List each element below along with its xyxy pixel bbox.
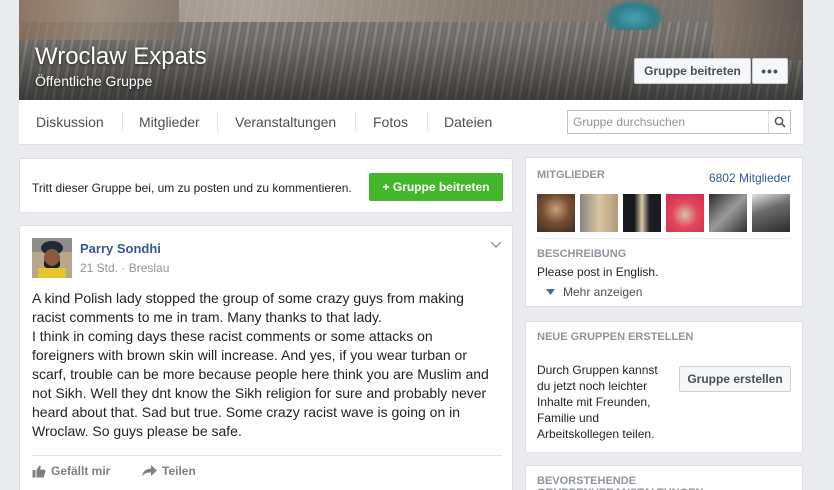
avatar[interactable] — [32, 238, 72, 278]
tab-divider — [355, 112, 356, 132]
tab-divider — [217, 112, 218, 132]
post-options[interactable] — [490, 238, 502, 252]
show-more-link[interactable]: Mehr anzeigen — [546, 285, 642, 299]
join-prompt-text: Tritt dieser Gruppe bei, um zu posten un… — [32, 181, 352, 195]
post-meta: 21 Std. · Breslau — [80, 261, 170, 275]
create-group-heading: NEUE GRUPPEN ERSTELLEN — [537, 331, 694, 343]
share-icon — [142, 465, 157, 477]
tab-events[interactable]: Veranstaltungen — [235, 100, 336, 144]
member-avatar[interactable] — [709, 194, 747, 232]
create-group-card: NEUE GRUPPEN ERSTELLEN Durch Gruppen kan… — [525, 321, 803, 453]
like-button[interactable]: Gefällt mir — [32, 464, 110, 478]
thumbs-up-icon — [32, 465, 46, 477]
member-avatar[interactable] — [623, 194, 661, 232]
member-avatar[interactable] — [537, 194, 575, 232]
members-heading[interactable]: MITGLIEDER — [537, 169, 605, 181]
show-more-label: Mehr anzeigen — [563, 285, 643, 299]
members-card: MITGLIEDER 6802 Mitglieder BESCHREIBUNG … — [525, 157, 803, 307]
search-button[interactable] — [768, 111, 790, 133]
events-card: BEVORSTEHENDE GRUPPENVERANSTALTUNGEN — [525, 465, 803, 490]
share-button[interactable]: Teilen — [142, 464, 196, 478]
post-body: A kind Polish lady stopped the group of … — [32, 290, 489, 439]
members-count[interactable]: 6802 Mitglieder — [709, 171, 791, 185]
more-options-button[interactable]: ••• — [752, 58, 788, 84]
share-label: Teilen — [162, 464, 196, 478]
cover-photo: Wroclaw Expats Öffentliche Gruppe Gruppe… — [19, 0, 803, 100]
tab-files[interactable]: Dateien — [444, 100, 492, 144]
group-visibility: Öffentliche Gruppe — [35, 73, 153, 89]
post-location[interactable]: Breslau — [129, 261, 170, 275]
tab-discussion[interactable]: Diskussion — [36, 100, 104, 144]
profile-photo — [32, 238, 72, 278]
search-icon — [774, 116, 786, 128]
create-group-text: Durch Gruppen kannst du jetzt noch leich… — [537, 363, 658, 441]
tab-divider — [122, 112, 123, 132]
join-group-primary-button[interactable]: + Gruppe beitreten — [369, 173, 503, 201]
member-thumbnails — [537, 194, 790, 232]
join-group-button[interactable]: Gruppe beitreten — [634, 58, 751, 84]
group-title[interactable]: Wroclaw Expats — [35, 43, 207, 71]
divider — [537, 238, 791, 239]
member-avatar[interactable] — [752, 194, 790, 232]
post-card: Parry Sondhi 21 Std. · Breslau A kind Po… — [19, 225, 513, 490]
post-time[interactable]: 21 Std. — [80, 261, 118, 275]
tab-photos[interactable]: Fotos — [373, 100, 408, 144]
events-heading: BEVORSTEHENDE GRUPPENVERANSTALTUNGEN — [537, 475, 703, 490]
like-label: Gefällt mir — [51, 464, 111, 478]
create-group-button[interactable]: Gruppe erstellen — [679, 366, 791, 392]
group-nav-bar: Diskussion Mitglieder Veranstaltungen Fo… — [19, 100, 803, 145]
member-avatar[interactable] — [580, 194, 618, 232]
description-heading: BESCHREIBUNG — [537, 248, 627, 260]
tab-divider — [427, 112, 428, 132]
tab-members[interactable]: Mitglieder — [139, 100, 200, 144]
caret-down-icon — [546, 289, 555, 295]
chevron-down-icon — [490, 241, 502, 249]
post-actions: Gefällt mir Teilen — [32, 455, 502, 487]
post-author[interactable]: Parry Sondhi — [80, 241, 161, 256]
group-search-input[interactable] — [568, 111, 764, 133]
member-avatar[interactable] — [666, 194, 704, 232]
group-search — [567, 110, 791, 134]
join-prompt-card: Tritt dieser Gruppe bei, um zu posten un… — [19, 158, 513, 213]
description-text: Please post in English. — [537, 265, 659, 279]
